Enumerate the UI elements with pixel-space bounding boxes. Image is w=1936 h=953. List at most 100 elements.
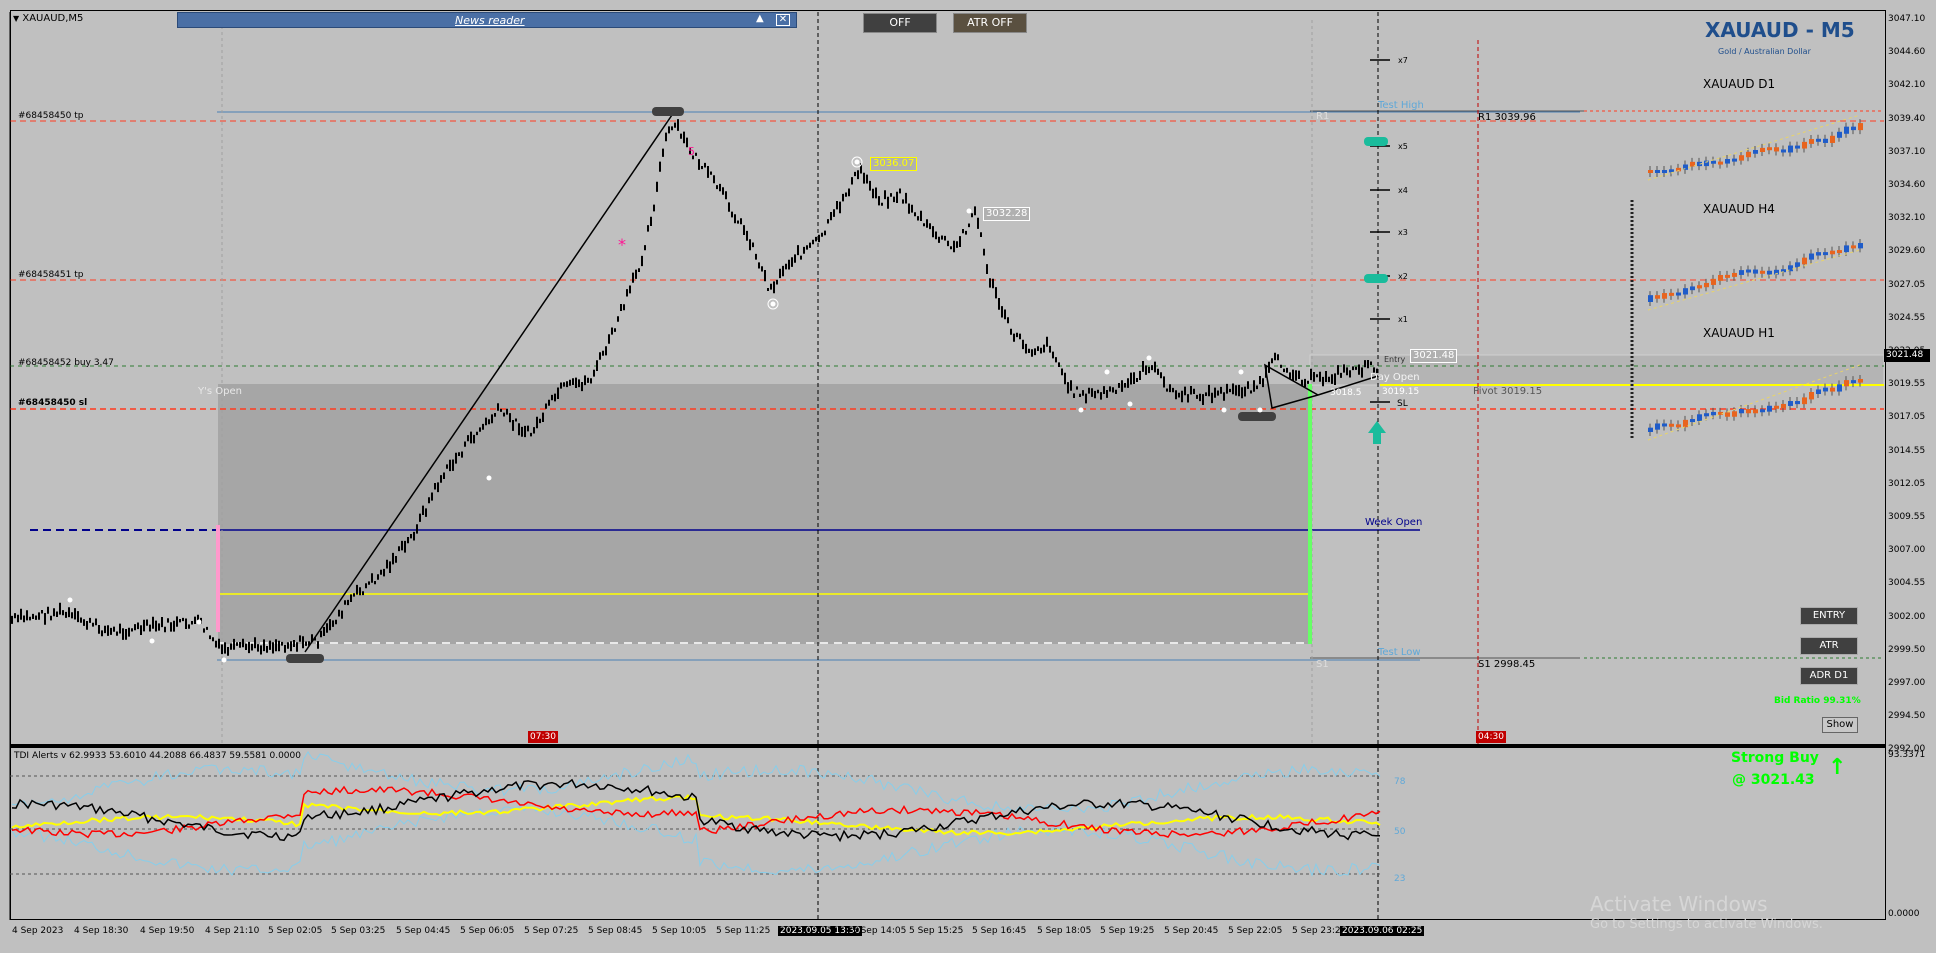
d1-candle xyxy=(1662,169,1667,173)
h4-candle xyxy=(1690,286,1695,291)
test-low-label: Test Low xyxy=(1378,647,1421,658)
price-axis-label: 3014.55 xyxy=(1888,445,1926,456)
h4-candle xyxy=(1802,257,1807,265)
price-tag-3036: 3036.07 xyxy=(870,157,918,171)
time-axis-label: 5 Sep 15:25 xyxy=(909,926,964,936)
time-axis-label: 5 Sep 16:45 xyxy=(972,926,1027,936)
mini-chart-h4-label: XAUAUD H4 xyxy=(1703,202,1775,216)
h4-ma xyxy=(1647,249,1861,311)
show-button[interactable]: Show xyxy=(1822,717,1858,733)
h4-candle xyxy=(1683,288,1688,295)
r1-label: R1 3039.96 xyxy=(1478,112,1536,123)
time-axis-label: 5 Sep 20:45 xyxy=(1164,926,1219,936)
price-tag-3021: 3021.48 xyxy=(1410,349,1458,363)
bid-ratio-label: Bid Ratio 99.31% xyxy=(1774,696,1861,706)
time-axis-label: 4 Sep 18:30 xyxy=(74,926,129,936)
entry-label: Entry xyxy=(1384,355,1406,364)
news-reader-label[interactable]: News reader xyxy=(455,14,525,27)
d1-candle xyxy=(1781,149,1786,153)
h1-candle xyxy=(1809,392,1814,400)
d1-candle xyxy=(1802,141,1807,149)
h1-candle xyxy=(1732,411,1737,417)
h4-candle xyxy=(1711,278,1716,285)
mini-chart-h1-label: XAUAUD H1 xyxy=(1703,326,1775,340)
off-button[interactable]: OFF xyxy=(863,13,937,33)
price-tag-3032: 3032.28 xyxy=(983,207,1031,221)
d1-candle xyxy=(1732,158,1737,162)
activation-watermark-title: Activate Windows xyxy=(1590,892,1768,916)
star-marker: * xyxy=(618,235,626,254)
h1-candle xyxy=(1753,409,1758,414)
h4-candle xyxy=(1732,272,1737,277)
time-axis-label: 5 Sep 11:25 xyxy=(716,926,771,936)
price-axis-label: 2994.50 xyxy=(1888,711,1926,722)
h4-candle xyxy=(1697,285,1702,289)
atr-off-button[interactable]: ATR OFF xyxy=(953,13,1027,33)
d1-candle xyxy=(1767,147,1772,151)
tdi-axis-top: 93.3371 xyxy=(1888,750,1926,760)
h1-candle xyxy=(1830,387,1835,392)
price-axis-label: 3029.60 xyxy=(1888,246,1926,257)
price-chart[interactable]: * xyxy=(0,0,1936,953)
price-axis-label: 3039.40 xyxy=(1888,113,1926,124)
news-reader-bar[interactable]: News reader ▲ ✕ xyxy=(177,12,797,28)
price-axis-label: 2999.50 xyxy=(1888,644,1926,655)
fractal-number-label: 5 xyxy=(688,145,695,158)
close-box-icon[interactable]: ✕ xyxy=(776,14,790,26)
h4-candle xyxy=(1851,245,1856,249)
terminal-window: * ▼ XAUAUD,M5 News reader ▲ ✕ OFF ATR OF… xyxy=(0,0,1936,953)
tp-pill xyxy=(1364,274,1388,283)
h4-candle xyxy=(1809,253,1814,260)
symbol-title: XAUAUD - M5 xyxy=(1705,18,1855,42)
time-axis-label: 5 Sep 23:25 xyxy=(1292,926,1347,936)
h4-candle xyxy=(1844,245,1849,253)
r1-short-label: R1 xyxy=(1316,111,1330,122)
d1-candle xyxy=(1718,161,1723,165)
h1-candle xyxy=(1760,409,1765,413)
price-axis-label: 3024.55 xyxy=(1888,312,1926,323)
fractal-dot xyxy=(1078,407,1084,413)
swing-marker xyxy=(652,107,684,116)
d1-candle xyxy=(1851,126,1856,131)
d1-candle xyxy=(1648,170,1653,173)
tdi-level-50: 50 xyxy=(1394,827,1406,837)
d1-candle xyxy=(1816,138,1821,142)
d1-candle xyxy=(1823,138,1828,143)
price-axis-label: 2997.00 xyxy=(1888,678,1926,688)
h1-candle xyxy=(1823,387,1828,392)
triangle-up-icon[interactable]: ▲ xyxy=(756,13,764,24)
fractal-dot xyxy=(854,159,860,165)
entry-button[interactable]: ENTRY xyxy=(1800,607,1858,625)
adr-d1-button[interactable]: ADR D1 xyxy=(1800,667,1858,685)
tp-ladder-label: x2 xyxy=(1398,272,1408,281)
price-axis-label: 3044.60 xyxy=(1888,47,1926,58)
order-tp2-label: #68458451 tp xyxy=(18,270,84,280)
dropdown-icon[interactable]: ▼ xyxy=(13,14,19,23)
h1-candle xyxy=(1655,423,1660,430)
week-open-label: Week Open xyxy=(1365,517,1423,528)
h1-candle xyxy=(1788,401,1793,406)
h4-candle xyxy=(1725,274,1730,278)
fractal-dot xyxy=(196,619,202,625)
h4-candle xyxy=(1767,270,1772,275)
time-axis-label: 2023.09.05 13:30 xyxy=(778,926,863,936)
range-zone xyxy=(218,384,1310,644)
h1-candle xyxy=(1816,389,1821,394)
d1-candle xyxy=(1774,147,1779,152)
h1-candle xyxy=(1683,419,1688,428)
h1-candle xyxy=(1802,397,1807,405)
time-axis-label: 5 Sep 14:05 xyxy=(852,926,907,936)
h4-candle xyxy=(1746,269,1751,273)
h4-candle xyxy=(1662,293,1667,299)
time-axis-label: 5 Sep 06:05 xyxy=(460,926,515,936)
time-axis-label: 5 Sep 08:45 xyxy=(588,926,643,936)
atr-button[interactable]: ATR xyxy=(1800,637,1858,655)
sl-label: SL xyxy=(1397,399,1408,409)
h1-candle xyxy=(1669,423,1674,427)
day-open-label: Day Open xyxy=(1370,372,1420,383)
h4-candle xyxy=(1830,250,1835,255)
price-tag-3018: 3018.5 xyxy=(1330,388,1362,398)
order-tp1-label: #68458450 tp xyxy=(18,111,84,121)
time-axis-label: 4 Sep 19:50 xyxy=(140,926,195,936)
fractal-dot xyxy=(1127,401,1133,407)
